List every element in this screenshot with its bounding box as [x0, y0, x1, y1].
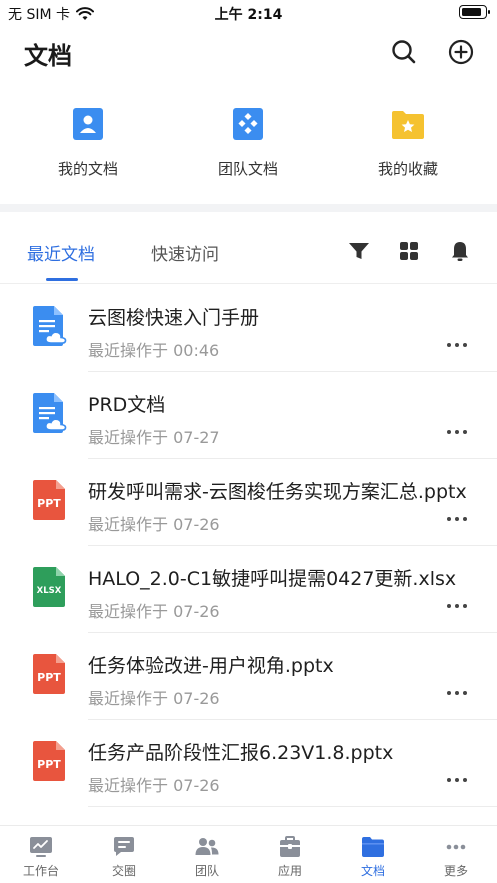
nav-more[interactable]: 更多	[415, 826, 497, 883]
quick-favorites[interactable]: 我的收藏	[338, 100, 478, 184]
more-options-icon[interactable]	[446, 428, 468, 436]
search-icon[interactable]	[390, 38, 418, 66]
quick-access-row: 我的文档 团队文档 我的收藏	[0, 100, 497, 190]
cloud-doc-icon	[33, 306, 67, 346]
row-divider	[88, 806, 497, 807]
xlsx-file-icon: XLSX	[33, 567, 65, 607]
nav-chat[interactable]: 交圈	[83, 826, 165, 883]
ppt-file-icon: PPT	[33, 741, 65, 781]
more-options-icon[interactable]	[446, 602, 468, 610]
tab-quick-access[interactable]: 快速访问	[151, 240, 219, 265]
file-row[interactable]: PPT 任务体验改进-用户视角.pptx 最近操作于 07-26	[0, 633, 497, 720]
file-last-opened: 最近操作于 00:46	[88, 341, 220, 360]
nav-team[interactable]: 团队	[166, 826, 248, 883]
file-name: PRD文档	[88, 394, 166, 416]
nav-apps[interactable]: 应用	[249, 826, 331, 883]
quick-my-docs[interactable]: 我的文档	[18, 100, 158, 184]
docs-folder-icon	[362, 837, 384, 857]
tab-recent-docs[interactable]: 最近文档	[27, 240, 95, 265]
nav-label: 文档	[360, 864, 385, 878]
file-name: HALO_2.0-C1敏捷呼叫提需0427更新.xlsx	[88, 568, 457, 590]
ppt-file-icon: PPT	[33, 480, 65, 520]
file-name: 研发呼叫需求-云图梭任务实现方案汇总.pptx	[88, 481, 467, 503]
more-dots-icon	[446, 844, 466, 850]
plus-circle-icon[interactable]	[447, 38, 475, 66]
quick-team-docs[interactable]: 团队文档	[178, 100, 318, 184]
team-docs-icon	[233, 108, 263, 140]
status-time: 上午 2:14	[214, 7, 283, 23]
file-row[interactable]: PPT 任务产品阶段性汇报6.23V1.8.pptx 最近操作于 07-26	[0, 720, 497, 807]
filter-icon[interactable]	[348, 240, 370, 262]
ppt-file-icon: PPT	[33, 654, 65, 694]
apps-box-icon	[280, 836, 300, 857]
file-name: 任务产品阶段性汇报6.23V1.8.pptx	[88, 742, 394, 764]
bell-icon[interactable]	[449, 240, 471, 262]
file-name: 云图梭快速入门手册	[88, 307, 260, 329]
ppt-type-label: PPT	[37, 497, 61, 510]
my-docs-icon	[73, 108, 103, 140]
ppt-type-label: PPT	[37, 758, 61, 771]
nav-workbench[interactable]: 工作台	[0, 826, 82, 883]
quick-label: 我的文档	[57, 160, 118, 178]
recent-file-list: 云图梭快速入门手册 最近操作于 00:46 PRD文档 最近操作于 07-27 …	[0, 285, 497, 807]
file-row[interactable]: XLSX HALO_2.0-C1敏捷呼叫提需0427更新.xlsx 最近操作于 …	[0, 546, 497, 633]
doc-tabs: 最近文档 快速访问	[0, 212, 497, 284]
file-row[interactable]: PRD文档 最近操作于 07-27	[0, 372, 497, 459]
file-row[interactable]: 云图梭快速入门手册 最近操作于 00:46	[0, 285, 497, 372]
nav-label: 更多	[443, 864, 468, 878]
team-icon	[195, 838, 219, 855]
xlsx-type-label: XLSX	[37, 586, 62, 596]
file-last-opened: 最近操作于 07-27	[88, 428, 220, 447]
dashboard-icon	[30, 837, 52, 857]
cloud-doc-icon	[33, 393, 67, 433]
status-bar: 无 SIM 卡 上午 2:14	[0, 0, 497, 26]
favorites-folder-icon	[392, 111, 424, 139]
more-options-icon[interactable]	[446, 341, 468, 349]
nav-label: 应用	[277, 864, 302, 878]
chat-icon	[114, 837, 134, 856]
file-last-opened: 最近操作于 07-26	[88, 515, 220, 534]
grid-view-icon[interactable]	[398, 240, 420, 262]
quick-label: 团队文档	[217, 160, 278, 178]
header: 文档	[0, 30, 497, 74]
file-row[interactable]: PPT 研发呼叫需求-云图梭任务实现方案汇总.pptx 最近操作于 07-26	[0, 459, 497, 546]
ppt-type-label: PPT	[37, 671, 61, 684]
file-last-opened: 最近操作于 07-26	[88, 776, 220, 795]
section-divider	[0, 204, 497, 212]
battery-level	[462, 8, 481, 16]
file-name: 任务体验改进-用户视角.pptx	[88, 655, 334, 677]
battery-icon	[459, 5, 490, 19]
file-last-opened: 最近操作于 07-26	[88, 602, 220, 621]
page-title: 文档	[24, 42, 72, 70]
more-options-icon[interactable]	[446, 515, 468, 523]
quick-label: 我的收藏	[377, 160, 438, 178]
nav-docs[interactable]: 文档	[332, 826, 414, 883]
active-tab-indicator	[46, 278, 78, 281]
nav-label: 工作台	[22, 864, 59, 878]
bottom-tab-bar: 工作台 交圈 团队 应用 文档 更多	[0, 825, 497, 883]
nav-label: 交圈	[111, 864, 136, 878]
more-options-icon[interactable]	[446, 689, 468, 697]
more-options-icon[interactable]	[446, 776, 468, 784]
nav-label: 团队	[194, 864, 219, 878]
file-last-opened: 最近操作于 07-26	[88, 689, 220, 708]
